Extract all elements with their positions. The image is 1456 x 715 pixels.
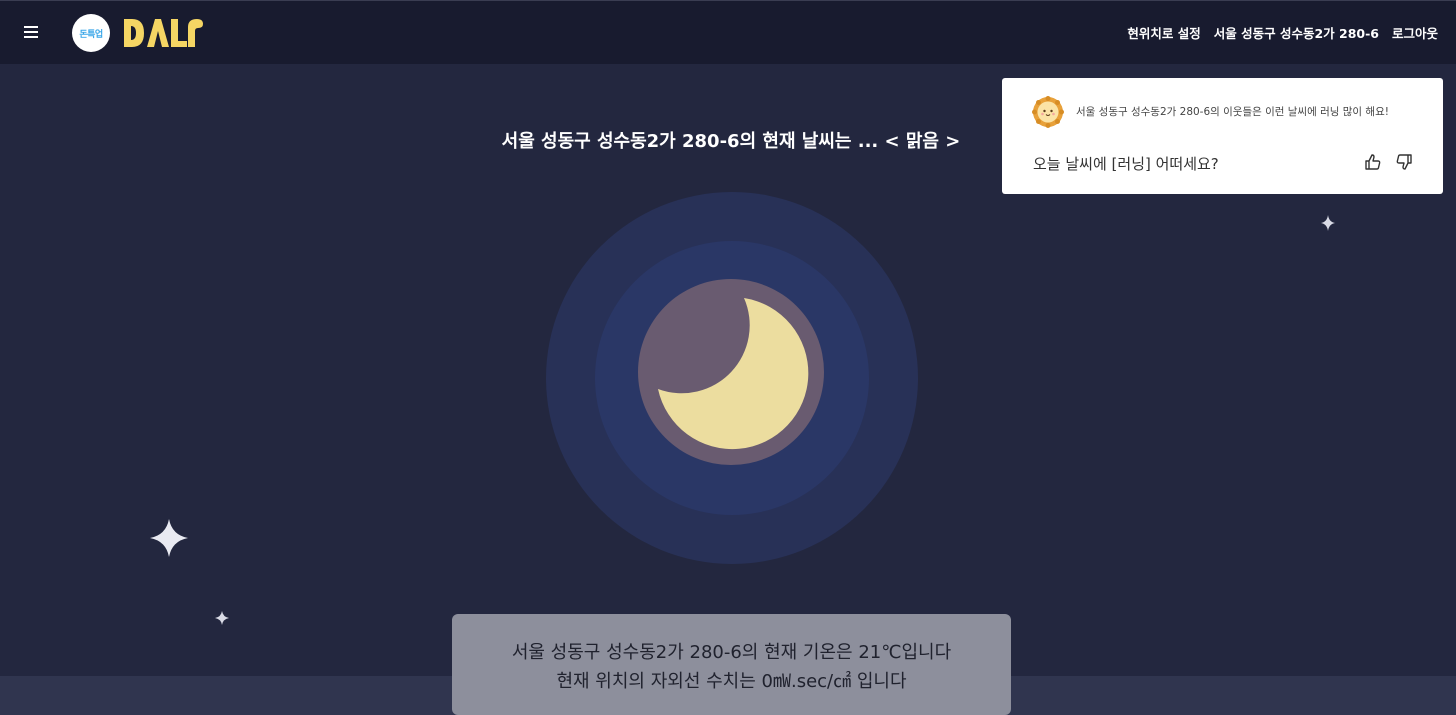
activity-question: 오늘 날씨에 [러닝] 어떠세요? [1033,155,1219,173]
star-small [1321,215,1335,231]
crescent-moon-icon [546,192,918,564]
thumbs-down-icon[interactable] [1394,152,1414,172]
logo-badge-text: 돈특업 [79,29,103,40]
top-navigation-bar: 돈특업 현위치로 설정 서울 성동구 성수동2가 280-6 로그아웃 [0,0,1456,64]
current-address-link[interactable]: 서울 성동구 성수동2가 280-6 [1214,23,1379,42]
recommendation-popup: 서울 성동구 성수동2가 280-6의 이웃들은 이런 날씨에 러닝 많이 해요… [1002,78,1443,194]
set-current-location-link[interactable]: 현위치로 설정 [1127,23,1200,42]
brand-logo[interactable] [122,15,204,51]
logo-badge[interactable]: 돈특업 [72,14,110,52]
hamburger-menu-icon[interactable] [22,23,44,43]
star-large [150,519,188,557]
uv-index-text: 현재 위치의 자외선 수치는 0㎽.sec/㎠ 입니다 [556,671,907,692]
logout-link[interactable]: 로그아웃 [1392,23,1438,42]
weather-info-box: 서울 성동구 성수동2가 280-6의 현재 기온은 21℃입니다 현재 위치의… [452,614,1011,715]
sun-mascot-icon [1032,96,1064,128]
top-right-nav: 현위치로 설정 서울 성동구 성수동2가 280-6 로그아웃 [1127,23,1438,42]
temperature-text: 서울 성동구 성수동2가 280-6의 현재 기온은 21℃입니다 [511,642,952,663]
star-small [215,611,229,625]
thumbs-up-icon[interactable] [1363,152,1383,172]
neighbor-activity-text: 서울 성동구 성수동2가 280-6의 이웃들은 이런 날씨에 러닝 많이 해요… [1076,106,1389,118]
